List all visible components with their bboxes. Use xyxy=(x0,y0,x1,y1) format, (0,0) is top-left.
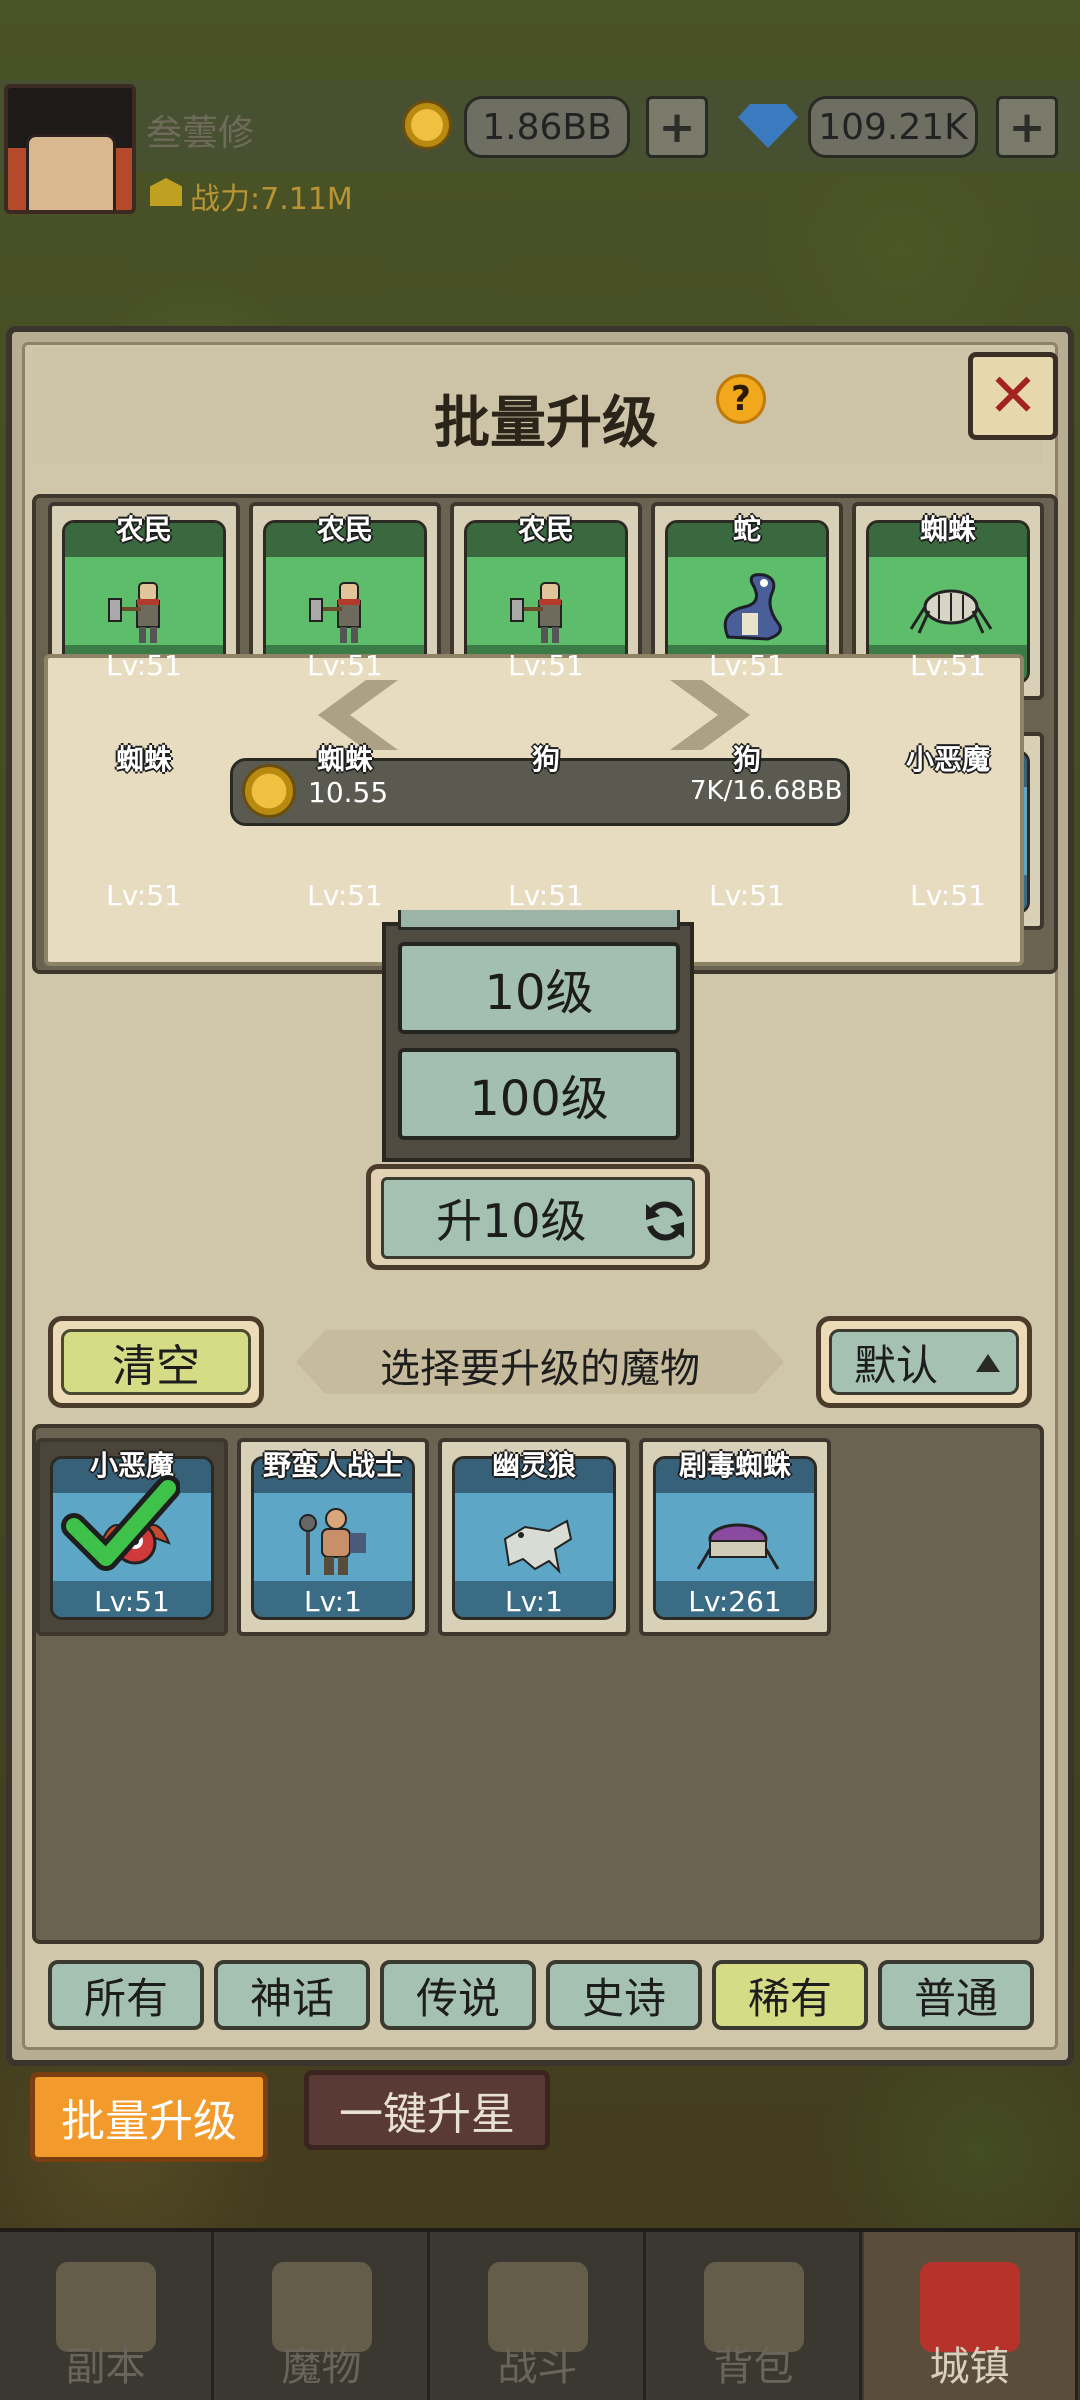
monster-card[interactable]: 幽灵狼 Lv:1 xyxy=(438,1438,630,1636)
refresh-icon[interactable] xyxy=(640,1196,690,1246)
close-button[interactable]: ✕ xyxy=(968,352,1058,440)
monster-name: 狗 xyxy=(531,743,560,776)
add-gems-button[interactable]: + xyxy=(996,96,1058,158)
monster-name: 农民 xyxy=(115,513,172,546)
close-icon: ✕ xyxy=(987,361,1039,431)
monster-name: 幽灵狼 xyxy=(491,1449,576,1482)
monster-level: Lv:51 xyxy=(307,879,383,912)
nav-item[interactable]: 城镇 xyxy=(864,2232,1078,2400)
monster-level: Lv:51 xyxy=(307,649,383,682)
snake-icon xyxy=(708,563,792,647)
monster-name: 野蛮人战士 xyxy=(262,1449,403,1482)
nav-item[interactable]: 魔物 xyxy=(216,2232,430,2400)
monster-level: Lv:51 xyxy=(709,879,785,912)
player-avatar[interactable] xyxy=(4,84,136,214)
help-icon[interactable]: ? xyxy=(716,374,766,424)
monster-name: 小恶魔 xyxy=(905,743,990,776)
peasant-icon xyxy=(105,563,189,647)
level-option-100[interactable]: 100级 xyxy=(398,1048,680,1140)
available-monsters-panel: 小恶魔 Lv:51 野蛮人战士 Lv:1 幽灵狼 Lv:1 剧毒蜘蛛 Lv:261 xyxy=(32,1424,1044,1944)
cost-balance: 7K/16.68BB xyxy=(690,776,843,806)
monster-level: Lv:51 xyxy=(910,879,986,912)
monster-level: Lv:1 xyxy=(304,1585,362,1618)
nav-label: 战斗 xyxy=(497,2344,578,2390)
modal-title: 批量升级 xyxy=(434,391,658,456)
sort-label: 默认 xyxy=(854,1340,939,1390)
monster-card[interactable]: 农民 Lv:51 xyxy=(450,502,642,700)
rarity-tab[interactable]: 传说 xyxy=(380,1960,536,2030)
monster-card[interactable]: 小恶魔 Lv:51 xyxy=(36,1438,228,1636)
cost-amount: 10.55 xyxy=(308,776,389,809)
power-value: 战力:7.11M xyxy=(190,182,353,217)
nav-label: 副本 xyxy=(65,2344,146,2390)
peasant-icon xyxy=(306,563,390,647)
sort-dropdown[interactable]: 默认 xyxy=(816,1316,1032,1408)
upgrade-button-face: 升10级 xyxy=(381,1177,695,1259)
sort-label-wrap: 默认 xyxy=(829,1329,1019,1395)
monster-level: Lv:1 xyxy=(505,1585,563,1618)
monster-card[interactable]: 蛇 Lv:51 xyxy=(651,502,843,700)
rarity-tab[interactable]: 普通 xyxy=(878,1960,1034,2030)
nav-item[interactable]: 背包 xyxy=(648,2232,862,2400)
monster-level: Lv:51 xyxy=(94,1585,170,1618)
monster-name: 农民 xyxy=(517,513,574,546)
monster-card[interactable]: 剧毒蜘蛛 Lv:261 xyxy=(639,1438,831,1636)
monster-name: 蛇 xyxy=(732,513,761,546)
dropdown-hidden-option xyxy=(398,910,680,930)
monster-name: 蜘蛛 xyxy=(115,743,172,776)
ghost-wolf-icon xyxy=(495,1499,579,1583)
peasant-icon xyxy=(507,563,591,647)
poison-spider-icon xyxy=(696,1499,780,1583)
monster-card[interactable]: 农民 Lv:51 xyxy=(48,502,240,700)
clear-button-label: 清空 xyxy=(61,1329,251,1395)
monster-level: Lv:51 xyxy=(106,879,182,912)
barbarian-icon xyxy=(294,1499,378,1583)
monster-card[interactable]: 蜘蛛 Lv:51 xyxy=(852,502,1044,700)
nav-label: 背包 xyxy=(713,2344,794,2390)
player-name: 叁蕓修 xyxy=(146,113,255,154)
monster-level: Lv:51 xyxy=(508,879,584,912)
rarity-tab[interactable]: 稀有 xyxy=(712,1960,868,2030)
sort-arrow-icon xyxy=(976,1354,1000,1372)
monster-level: Lv:51 xyxy=(508,649,584,682)
add-gold-button[interactable]: + xyxy=(646,96,708,158)
one-key-star-button[interactable]: 一键升星 xyxy=(304,2070,550,2150)
monster-level: Lv:51 xyxy=(910,649,986,682)
monster-name: 蜘蛛 xyxy=(316,743,373,776)
gold-amount: 1.86BB xyxy=(464,96,630,158)
nav-item[interactable]: 副本 xyxy=(0,2232,214,2400)
monster-name: 蜘蛛 xyxy=(919,513,976,546)
monster-level: Lv:261 xyxy=(688,1585,782,1618)
rarity-tab[interactable]: 神话 xyxy=(214,1960,370,2030)
nav-label: 城镇 xyxy=(929,2344,1010,2390)
rarity-tab[interactable]: 所有 xyxy=(48,1960,204,2030)
monster-card[interactable]: 农民 Lv:51 xyxy=(249,502,441,700)
upgrade-level-button[interactable]: 升10级 xyxy=(366,1164,710,1270)
gold-coin-icon xyxy=(402,100,452,150)
monster-level: Lv:51 xyxy=(709,649,785,682)
nav-label: 魔物 xyxy=(281,2344,362,2390)
monster-name: 剧毒蜘蛛 xyxy=(678,1449,791,1482)
spider-icon xyxy=(909,563,993,647)
batch-upgrade-button[interactable]: 批量升级 xyxy=(30,2072,268,2162)
select-monster-hint: 选择要升级的魔物 xyxy=(380,1346,700,1392)
upgrade-button-label: 升10级 xyxy=(436,1194,587,1248)
avatar-face xyxy=(26,134,116,210)
monster-card[interactable]: 野蛮人战士 Lv:1 xyxy=(237,1438,429,1636)
clear-button[interactable]: 清空 xyxy=(48,1316,264,1408)
gem-amount: 109.21K xyxy=(808,96,978,158)
monster-name: 狗 xyxy=(732,743,761,776)
monster-name: 农民 xyxy=(316,513,373,546)
check-mark-icon xyxy=(61,1475,180,1571)
level-option-10[interactable]: 10级 xyxy=(398,942,680,1034)
nav-item[interactable]: 战斗 xyxy=(432,2232,646,2400)
rarity-tab[interactable]: 史诗 xyxy=(546,1960,702,2030)
monster-level: Lv:51 xyxy=(106,649,182,682)
